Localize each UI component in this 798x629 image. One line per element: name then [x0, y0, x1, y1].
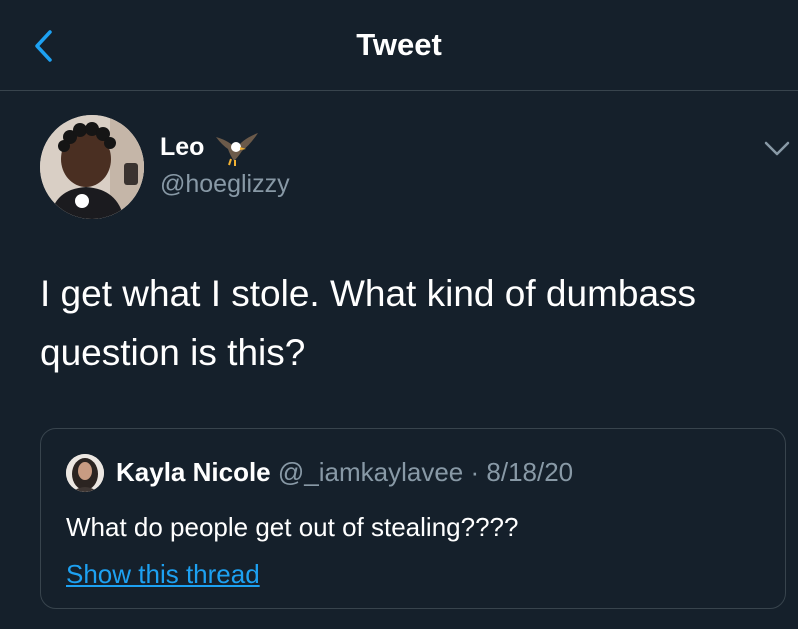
- eagle-emoji: [216, 133, 258, 166]
- chevron-down-icon: [764, 141, 790, 156]
- show-thread-link[interactable]: Show this thread: [66, 559, 260, 590]
- tweet-text-line: I get what I stole. What kind of dumbass: [40, 273, 697, 314]
- quoted-display-name: Kayla Nicole: [116, 457, 271, 487]
- avatar-photo: [40, 115, 144, 219]
- top-bar: Tweet: [0, 0, 798, 91]
- page-title: Tweet: [356, 27, 442, 62]
- tweet-author: Leo @hoeglizzy: [40, 115, 760, 225]
- tweet-text: I get what I stole. What kind of dumbass…: [40, 264, 780, 382]
- quoted-date: 8/18/20: [486, 457, 574, 487]
- quoted-avatar[interactable]: [66, 454, 104, 492]
- quoted-avatar-photo: [66, 454, 104, 492]
- quoted-text: What do people get out of stealing????: [66, 512, 519, 542]
- avatar[interactable]: [40, 115, 144, 219]
- tweet-text-line: question is this?: [40, 332, 306, 373]
- quoted-handle: @_iamkaylavee: [277, 457, 464, 487]
- quoted-tweet[interactable]: Kayla Nicole @_iamkaylavee · 8/18/20 Wha…: [40, 428, 786, 609]
- quoted-header: Kayla Nicole @_iamkaylavee · 8/18/20: [116, 457, 573, 488]
- display-name[interactable]: Leo: [160, 133, 204, 162]
- user-handle[interactable]: @hoeglizzy: [160, 170, 290, 199]
- more-options-button[interactable]: [762, 135, 792, 161]
- separator-dot: ·: [470, 457, 480, 487]
